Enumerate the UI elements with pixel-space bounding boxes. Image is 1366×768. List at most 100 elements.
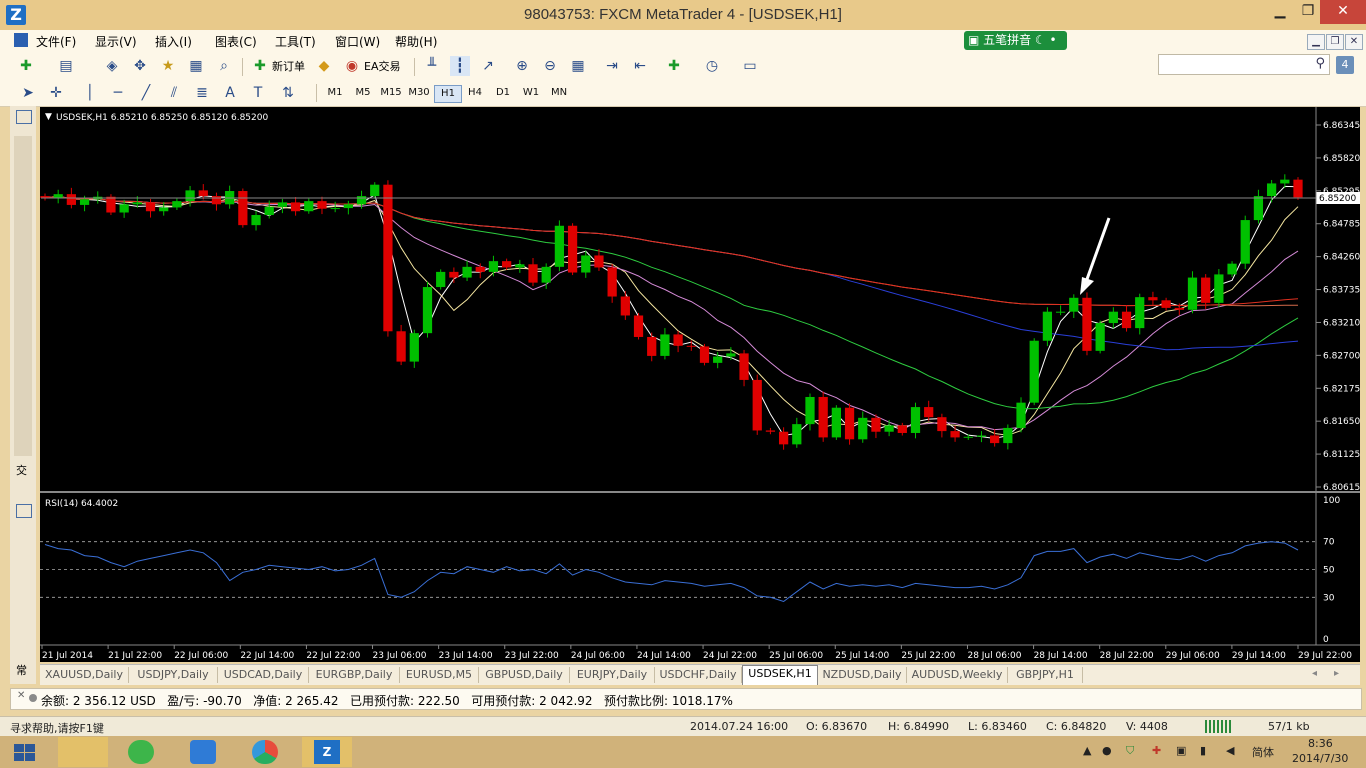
tab-eurusd-m5[interactable]: EURUSD,M5 xyxy=(400,667,479,683)
tab-scroll-right-icon[interactable]: ▸ xyxy=(1334,668,1339,679)
timeframe-d1[interactable]: D1 xyxy=(490,85,516,101)
timeframe-m15[interactable]: M15 xyxy=(377,85,405,101)
price-chart[interactable]: 6.863456.858206.852956.847856.842606.837… xyxy=(40,107,1360,662)
tab-usdcad-daily[interactable]: USDCAD,Daily xyxy=(218,667,309,683)
menu-insert[interactable]: 插入(I) xyxy=(155,33,192,50)
mdi-restore-icon[interactable]: ❐ xyxy=(1326,34,1344,50)
templates-icon[interactable]: ▭ xyxy=(740,56,760,76)
taskbar-app-green-icon[interactable] xyxy=(116,737,166,767)
chart-window-icon[interactable] xyxy=(14,33,28,47)
terminal-icon[interactable]: ▦ xyxy=(186,56,206,76)
new-order-icon[interactable]: ✚ xyxy=(250,56,270,76)
zoom-out-icon[interactable]: ⊖ xyxy=(540,56,560,76)
data-window-icon[interactable]: ★ xyxy=(158,56,178,76)
expert-advisors-icon[interactable]: ◉ xyxy=(342,56,362,76)
fibonacci-icon[interactable]: ≣ xyxy=(192,83,212,103)
tab-xauusd-daily[interactable]: XAUUSD,Daily xyxy=(40,667,129,683)
tray-volume-icon[interactable]: ◀ xyxy=(1226,744,1234,757)
timeframe-m5[interactable]: M5 xyxy=(350,85,376,101)
strategy-tester-icon[interactable]: ⌕ xyxy=(214,56,234,76)
panel-scrollbar[interactable] xyxy=(14,136,32,456)
taskbar-browser-icon[interactable] xyxy=(240,737,290,767)
metaeditor-icon[interactable]: ◆ xyxy=(314,56,334,76)
ime-indicator[interactable]: ▣ 五笔拼音 ☾ • xyxy=(964,31,1067,50)
menu-charts[interactable]: 图表(C) xyxy=(215,33,257,50)
auto-scroll-icon[interactable]: ⇥ xyxy=(602,56,622,76)
timeframe-m30[interactable]: M30 xyxy=(405,85,433,101)
connection-status-icon[interactable] xyxy=(1205,720,1231,733)
market-watch-icon[interactable]: ◈ xyxy=(102,56,122,76)
mdi-minimize-icon[interactable]: ▁ xyxy=(1307,34,1325,50)
tab-eurjpy-daily[interactable]: EURJPY,Daily xyxy=(570,667,655,683)
timeframe-h4[interactable]: H4 xyxy=(462,85,488,101)
tile-windows-icon[interactable]: ▦ xyxy=(568,56,588,76)
text-label-icon[interactable]: T xyxy=(248,83,268,103)
tab-gbpusd-daily[interactable]: GBPUSD,Daily xyxy=(479,667,570,683)
menu-file[interactable]: 文件(F) xyxy=(36,33,76,50)
tab-gbpjpy-h1[interactable]: GBPJPY,H1 xyxy=(1008,667,1083,683)
tab-nzdusd-daily[interactable]: NZDUSD,Daily xyxy=(818,667,907,683)
new-chart-icon[interactable]: ✚ xyxy=(16,56,36,76)
indicators-icon[interactable]: ✚ xyxy=(664,56,684,76)
profiles-icon[interactable]: ▤ xyxy=(56,56,76,76)
close-icon[interactable]: ✕ xyxy=(1320,0,1366,24)
tab-usdjpy-daily[interactable]: USDJPY,Daily xyxy=(129,667,218,683)
chart-window[interactable]: 6.86345 6.85820 6.85295 6.84785 6.84260 6.837… xyxy=(40,107,1360,662)
chart-shift-icon[interactable]: ⇤ xyxy=(630,56,650,76)
zoom-in-icon[interactable]: ⊕ xyxy=(512,56,532,76)
menu-help[interactable]: 帮助(H) xyxy=(395,33,437,50)
crosshair-icon[interactable]: ✛ xyxy=(46,83,66,103)
candlestick-chart-icon[interactable]: ┇ xyxy=(450,56,470,76)
mdi-close-icon[interactable]: ✕ xyxy=(1345,34,1363,50)
panel-tab-glyph[interactable]: 常 xyxy=(16,662,27,678)
panel-tab-glyph[interactable]: 交 xyxy=(16,462,27,478)
tab-audusd-weekly[interactable]: AUDUSD,Weekly xyxy=(907,667,1008,683)
timeframe-m1[interactable]: M1 xyxy=(322,85,348,101)
tab-eurgbp-daily[interactable]: EURGBP,Daily xyxy=(309,667,400,683)
tray-expand-icon[interactable]: ▲ xyxy=(1083,744,1091,757)
tab-scroll-left-icon[interactable]: ◂ xyxy=(1312,668,1317,679)
horizontal-line-icon[interactable]: ─ xyxy=(108,83,128,103)
timeframe-w1[interactable]: W1 xyxy=(518,85,544,101)
tray-network-icon[interactable]: ▣ xyxy=(1176,744,1186,757)
panel-icon[interactable] xyxy=(16,110,32,124)
taskbar-app-blue-icon[interactable] xyxy=(178,737,228,767)
tray-shield-icon[interactable]: ⛉ xyxy=(1126,744,1134,758)
ea-trading-button[interactable]: EA交易 xyxy=(364,58,400,74)
trendline-icon[interactable]: ╱ xyxy=(136,83,156,103)
tray-security-icon[interactable]: ✚ xyxy=(1152,744,1161,757)
periods-clock-icon[interactable]: ◷ xyxy=(702,56,722,76)
notification-icon[interactable]: 4 xyxy=(1336,56,1354,74)
tray-signal-icon[interactable]: ▮ xyxy=(1200,744,1206,757)
tray-clock-date[interactable]: 2014/7/30 xyxy=(1292,752,1348,765)
timeframe-mn[interactable]: MN xyxy=(546,85,572,101)
search-icon[interactable]: ⚲ xyxy=(1315,56,1325,71)
taskbar-metatrader-icon[interactable]: Z xyxy=(302,737,352,767)
arrows-icon[interactable]: ⇅ xyxy=(278,83,298,103)
new-order-button[interactable]: 新订单 xyxy=(272,58,305,74)
navigator-icon[interactable]: ✥ xyxy=(130,56,150,76)
menu-view[interactable]: 显示(V) xyxy=(95,33,137,50)
bar-chart-icon[interactable]: ╨ xyxy=(422,56,442,76)
timeframe-h1[interactable]: H1 xyxy=(434,85,462,103)
menu-tools[interactable]: 工具(T) xyxy=(275,33,316,50)
line-chart-icon[interactable]: ↗ xyxy=(478,56,498,76)
tab-usdchf-daily[interactable]: USDCHF,Daily xyxy=(655,667,742,683)
tray-ime-label[interactable]: 简体 xyxy=(1252,744,1274,760)
tray-qq-icon[interactable]: ● xyxy=(1102,744,1112,757)
tray-clock-time[interactable]: 8:36 xyxy=(1308,737,1333,750)
terminal-close-icon[interactable]: ✕ xyxy=(17,690,25,701)
menu-window[interactable]: 窗口(W) xyxy=(335,33,380,50)
search-input[interactable]: ⚲ xyxy=(1158,54,1330,75)
vertical-line-icon[interactable]: │ xyxy=(80,83,100,103)
windows-start-icon[interactable] xyxy=(14,744,36,762)
tab-usdsek-h1[interactable]: USDSEK,H1 xyxy=(742,665,818,685)
restore-icon[interactable]: ❐ xyxy=(1296,0,1320,24)
chart-header-arrow[interactable]: ▼ xyxy=(45,112,52,122)
text-icon[interactable]: A xyxy=(220,83,240,103)
panel-icon[interactable] xyxy=(16,504,32,518)
equidistant-channel-icon[interactable]: ⫽ xyxy=(164,83,184,103)
cursor-icon[interactable]: ➤ xyxy=(18,83,38,103)
file-explorer-icon[interactable] xyxy=(58,737,108,767)
minimize-icon[interactable]: ▁ xyxy=(1268,0,1292,24)
